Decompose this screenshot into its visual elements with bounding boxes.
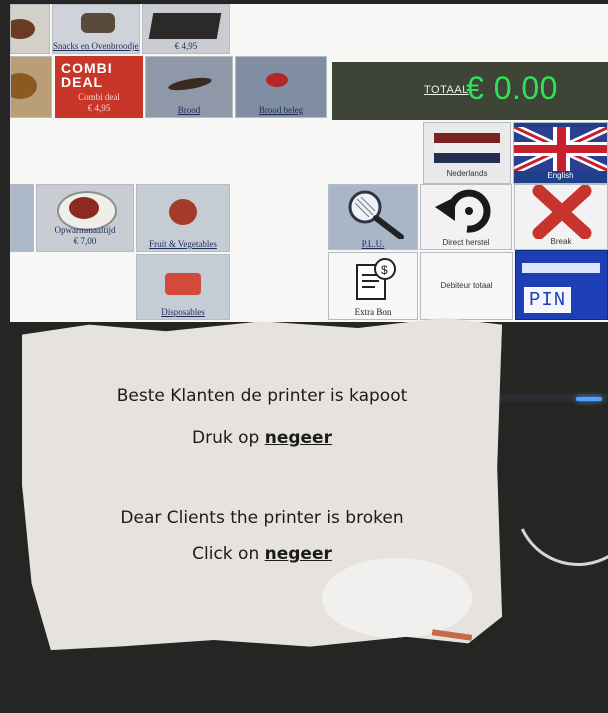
tile-partial-left-3[interactable] <box>10 184 34 252</box>
food-image <box>169 199 197 225</box>
food-image <box>11 73 37 99</box>
note-line-dutch-action: Druk op negeer <box>22 428 502 448</box>
tile-label: Extra Bon <box>354 307 392 317</box>
tile-empty-top <box>232 4 608 54</box>
note-line-english-action: Click on negeer <box>22 544 502 564</box>
tile-combi-deal[interactable]: COMBI DEAL Combi deal € 4,95 <box>55 56 143 118</box>
tile-price: € 4,95 <box>174 41 198 51</box>
tile-label: Disposables <box>161 307 205 317</box>
paper-note: Beste Klanten de printer is kapoot Druk … <box>22 318 502 650</box>
tile-label: English <box>547 171 574 180</box>
combi-price: € 4,95 <box>87 103 111 113</box>
tile-direct-herstel[interactable]: Direct herstel <box>420 184 512 250</box>
tile-plu[interactable]: P.L.U. <box>328 184 418 250</box>
tile-label: Opwarmmaaltijd <box>54 225 116 235</box>
tile-pin[interactable]: PIN <box>515 250 608 320</box>
tile-label: Snacks en Ovenbroodjes <box>53 41 140 51</box>
totaal-value: € 0.00 <box>466 70 558 106</box>
pos-screen: Snacks en Ovenbroodjes € 4,95 COMBI DEAL… <box>10 4 608 322</box>
tile-price: € 7,00 <box>73 236 97 246</box>
pin-label: PIN <box>524 287 572 313</box>
totaal-panel: TOTAAL € 0.00 <box>332 62 608 120</box>
note-text: Click on <box>192 544 265 564</box>
food-image <box>11 19 35 39</box>
note-text: Druk op <box>192 428 265 448</box>
food-image-detail <box>69 197 99 219</box>
tile-break[interactable]: Break <box>514 184 608 250</box>
svg-text:$: $ <box>381 263 388 277</box>
tile-nederlands[interactable]: Nederlands <box>423 122 511 184</box>
tile-label: Brood <box>177 105 201 115</box>
totaal-label: TOTAAL <box>424 84 469 96</box>
food-image <box>81 13 115 33</box>
note-emphasis: negeer <box>264 544 332 564</box>
dutch-flag-icon <box>434 133 500 163</box>
tile-label: Debiteur totaal <box>440 281 493 290</box>
tile-brood-beleg[interactable]: Brood beleg <box>235 56 327 118</box>
uk-flag-icon <box>514 127 607 171</box>
magnifier-icon <box>348 190 404 239</box>
tile-snacks-box[interactable]: € 4,95 <box>142 4 230 54</box>
note-line-dutch: Beste Klanten de printer is kapoot <box>116 386 408 406</box>
tile-snacks[interactable]: Snacks en Ovenbroodjes <box>52 4 140 54</box>
cable <box>497 422 608 584</box>
receipt-icon: $ <box>356 258 396 300</box>
tile-label: Nederlands <box>446 169 488 178</box>
tile-fruit-vegetables[interactable]: Fruit & Vegetables <box>136 184 230 252</box>
photo-frame: Snacks en Ovenbroodjes € 4,95 COMBI DEAL… <box>0 0 608 713</box>
food-image <box>148 13 222 39</box>
combi-subtitle: Combi deal <box>78 92 120 102</box>
tile-label: Fruit & Vegetables <box>149 239 217 249</box>
tile-debiteur-totaal[interactable]: Debiteur totaal <box>420 252 513 320</box>
paper-stain <box>322 558 472 638</box>
undo-icon <box>435 189 491 233</box>
tile-partial-left-top[interactable] <box>10 4 50 54</box>
tile-label: Break <box>550 237 572 246</box>
tile-disposables[interactable]: Disposables <box>136 254 230 320</box>
close-icon <box>532 185 592 240</box>
combi-title-2: DEAL <box>61 74 104 90</box>
tile-partial-left-2[interactable] <box>10 56 52 118</box>
food-image <box>167 75 213 93</box>
food-image <box>165 273 201 295</box>
tile-english[interactable]: English <box>513 122 608 184</box>
food-image <box>266 73 288 87</box>
tile-extra-bon[interactable]: $ Extra Bon <box>328 252 418 320</box>
card-stripe <box>522 263 600 273</box>
tile-brood[interactable]: Brood <box>145 56 233 118</box>
status-led <box>576 397 602 401</box>
tile-opwarmmaaltijd[interactable]: Opwarmmaaltijd € 7,00 <box>36 184 134 252</box>
tile-label: P.L.U. <box>361 239 385 249</box>
tile-label: Brood beleg <box>258 105 304 115</box>
note-emphasis: negeer <box>264 428 332 448</box>
tile-label: Direct herstel <box>442 238 490 247</box>
note-line-english: Dear Clients the printer is broken <box>120 508 404 528</box>
